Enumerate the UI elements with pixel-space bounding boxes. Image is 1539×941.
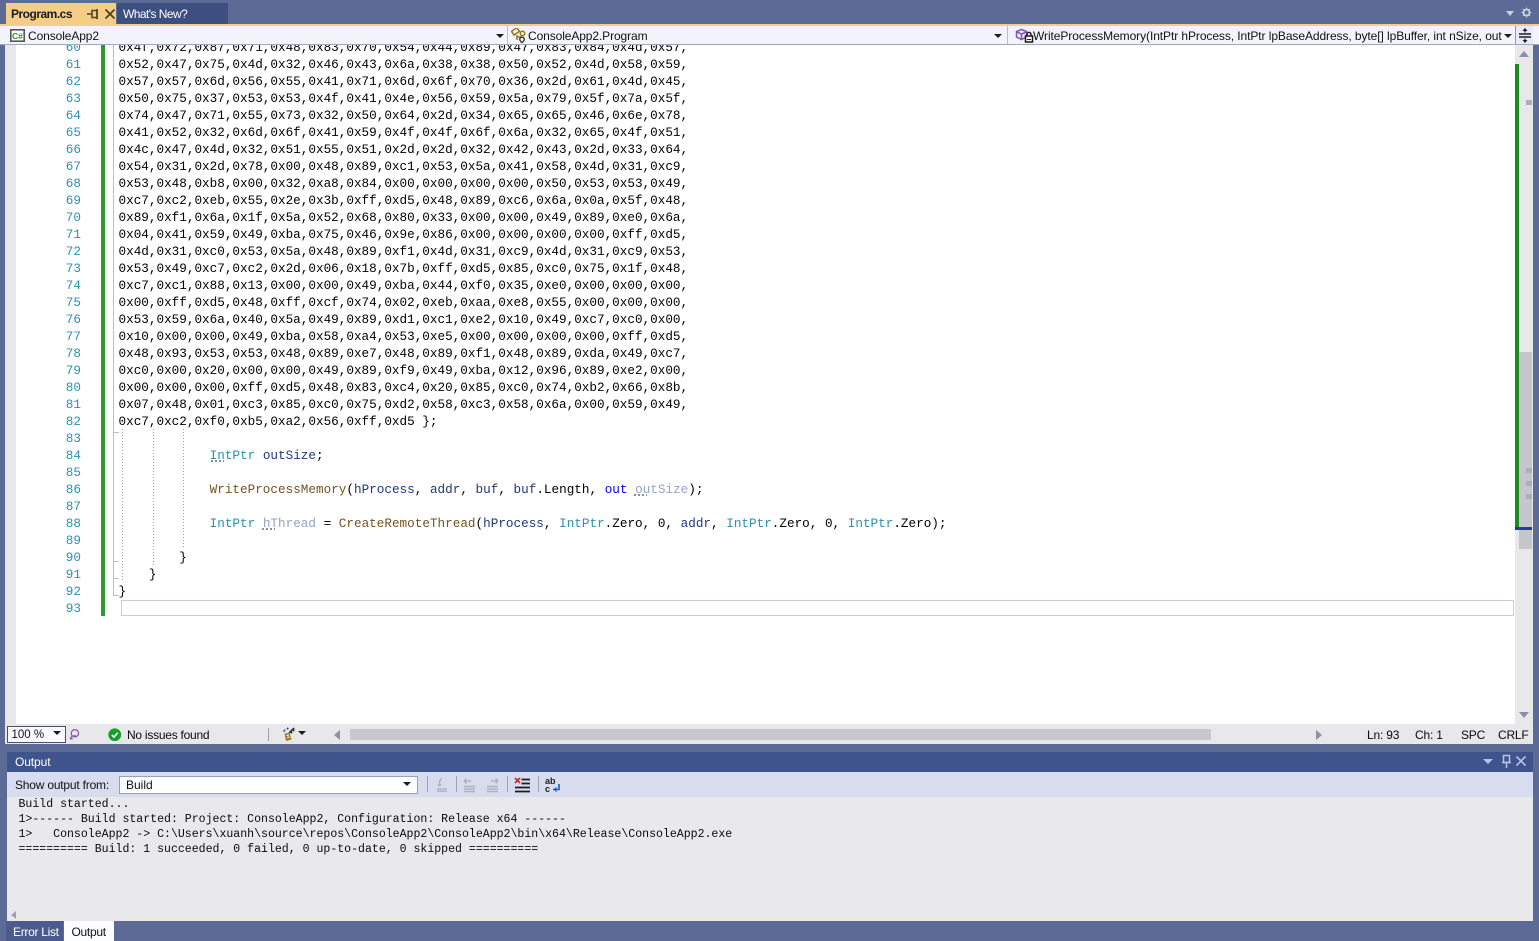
svg-text:C#: C# <box>12 30 23 40</box>
svg-text:c: c <box>545 784 550 793</box>
